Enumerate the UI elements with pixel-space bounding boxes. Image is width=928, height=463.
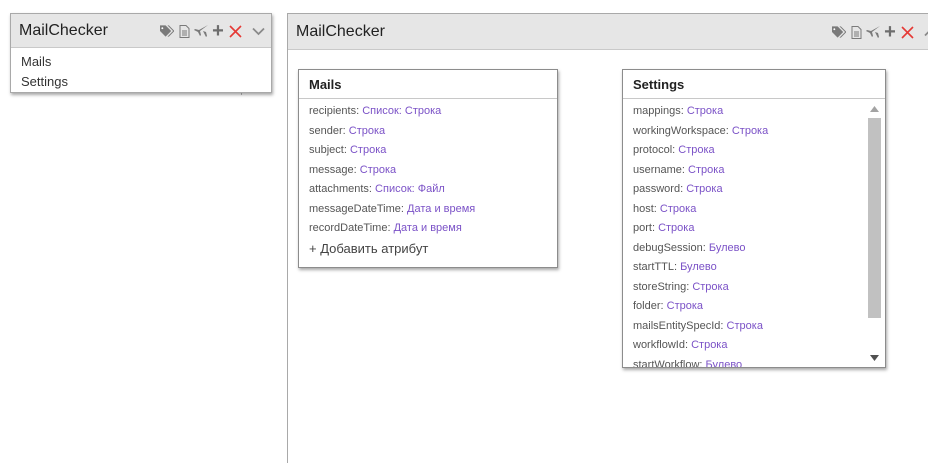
vertical-scrollbar[interactable] — [868, 102, 881, 364]
attribute-type: Строка — [359, 163, 397, 176]
attribute-row[interactable]: port: Строка — [633, 219, 885, 239]
close-icon[interactable] — [228, 23, 242, 39]
attribute-name: host: — [633, 202, 657, 215]
entity-settings[interactable]: Settings mappings: Строка workingWorkspa… — [622, 69, 886, 368]
attribute-row[interactable]: attachments: Список: Файл — [309, 180, 557, 200]
attribute-type: Список: Файл — [375, 183, 445, 195]
attribute-type: Строка — [658, 222, 695, 234]
plus-icon[interactable]: + — [211, 21, 225, 41]
canvas-title: MailChecker — [296, 22, 385, 40]
attribute-type: Строка — [686, 183, 723, 195]
attribute-type: Строка — [691, 339, 728, 351]
attribute-type: Булево — [708, 241, 746, 254]
attribute-name: username: — [633, 163, 685, 176]
attribute-row[interactable]: folder: Строка — [633, 297, 885, 317]
attribute-type: Строка — [731, 124, 769, 137]
document-icon[interactable] — [177, 23, 191, 39]
attribute-row[interactable]: mailsEntitySpecId: Строка — [633, 317, 885, 337]
attribute-type: Булево — [705, 358, 743, 368]
attribute-row[interactable]: recipients: Список: Строка — [309, 102, 557, 122]
attribute-name: startTTL: — [633, 261, 678, 273]
attribute-row[interactable]: host: Строка — [633, 200, 885, 220]
attribute-row[interactable]: recordDateTime: Дата и время — [309, 219, 557, 239]
entity-settings-attributes: mappings: Строка workingWorkspace: Строк… — [623, 99, 885, 367]
entity-mails-attributes: recipients: Список: Строка sender: Строк… — [299, 99, 557, 259]
attribute-name: storeString: — [633, 280, 690, 293]
entity-mails[interactable]: Mails recipients: Список: Строка sender:… — [298, 69, 558, 268]
attribute-type: Строка — [726, 319, 763, 332]
attribute-row[interactable]: sender: Строка — [309, 122, 557, 142]
canvas-toolbar: + — [832, 14, 928, 50]
attribute-name: workingWorkspace: — [633, 124, 729, 137]
attribute-name: messageDateTime: — [309, 202, 404, 215]
attribute-type: Строка — [678, 144, 715, 156]
attribute-row[interactable]: startTTL: Булево — [633, 258, 885, 278]
attribute-row[interactable]: storeString: Строка — [633, 278, 885, 298]
tags-icon[interactable] — [832, 24, 846, 40]
attribute-name: attachments: — [309, 183, 372, 195]
entity-settings-scroll-area[interactable]: mappings: Строка workingWorkspace: Строк… — [623, 99, 885, 367]
attribute-type: Строка — [659, 202, 697, 215]
attribute-name: port: — [633, 222, 656, 234]
attribute-name: message: — [309, 163, 357, 176]
attribute-name: sender: — [309, 124, 346, 137]
attribute-type: Строка — [349, 144, 387, 156]
attribute-name: workflowId: — [633, 339, 689, 351]
scroll-down-arrow-icon[interactable] — [868, 351, 881, 364]
attribute-row[interactable]: password: Строка — [633, 180, 885, 200]
package-panel-toolbar: + — [160, 14, 265, 48]
attribute-row[interactable]: workingWorkspace: Строка — [633, 122, 885, 142]
chevron-down-icon[interactable] — [251, 23, 265, 39]
attribute-row[interactable]: debugSession: Булево — [633, 239, 885, 259]
divider — [241, 93, 242, 95]
attribute-name: password: — [633, 183, 684, 195]
attribute-name: recordDateTime: — [309, 222, 391, 234]
attribute-row[interactable]: mappings: Строка — [633, 102, 885, 122]
attribute-row[interactable]: workflowId: Строка — [633, 336, 885, 356]
entity-settings-title[interactable]: Settings — [623, 70, 885, 99]
attribute-name: mailsEntitySpecId: — [633, 319, 724, 332]
attribute-name: debugSession: — [633, 241, 706, 254]
attribute-type: Строка — [688, 163, 725, 176]
list-item-mails[interactable]: Mails — [21, 52, 271, 72]
attribute-row[interactable]: username: Строка — [633, 161, 885, 181]
attribute-name: subject: — [309, 144, 347, 156]
package-panel: MailChecker + Mails Settings — [10, 13, 272, 93]
attribute-row[interactable]: subject: Строка — [309, 141, 557, 161]
rocket-icon[interactable] — [194, 23, 208, 39]
scroll-up-arrow-icon[interactable] — [868, 102, 881, 115]
attribute-row[interactable]: message: Строка — [309, 161, 557, 181]
document-icon[interactable] — [849, 24, 863, 40]
add-attribute-button[interactable]: + Добавить атрибут — [309, 239, 557, 259]
attribute-type: Строка — [348, 124, 386, 137]
diagram-canvas[interactable]: MailChecker + Mails recipients: Список: … — [287, 13, 928, 463]
chevron-up-icon[interactable] — [923, 24, 928, 40]
attribute-type: Дата и время — [393, 222, 462, 234]
attribute-type: Строка — [692, 280, 729, 293]
package-panel-title: MailChecker — [19, 21, 108, 39]
entity-mails-title[interactable]: Mails — [299, 70, 557, 99]
attribute-name: folder: — [633, 300, 664, 312]
attribute-row[interactable]: startWorkflow: Булево — [633, 356, 885, 368]
package-panel-header: MailChecker + — [11, 14, 271, 48]
attribute-type: Список: Строка — [362, 105, 442, 117]
plus-icon[interactable]: + — [883, 22, 897, 42]
canvas-header: MailChecker + — [288, 14, 928, 50]
attribute-row[interactable]: protocol: Строка — [633, 141, 885, 161]
close-icon[interactable] — [900, 24, 914, 40]
attribute-name: recipients: — [309, 105, 360, 117]
attribute-type: Строка — [666, 300, 704, 312]
attribute-name: startWorkflow: — [633, 358, 703, 368]
attribute-type: Строка — [686, 105, 724, 117]
attribute-name: mappings: — [633, 105, 684, 117]
attribute-type: Булево — [680, 261, 717, 273]
rocket-icon[interactable] — [866, 24, 880, 40]
list-item-settings[interactable]: Settings — [21, 72, 271, 92]
tags-icon[interactable] — [160, 23, 174, 39]
attribute-row[interactable]: messageDateTime: Дата и время — [309, 200, 557, 220]
attribute-type: Дата и время — [407, 202, 476, 215]
attribute-name: protocol: — [633, 144, 676, 156]
package-entity-list: Mails Settings — [11, 48, 271, 92]
scrollbar-thumb[interactable] — [868, 118, 881, 318]
